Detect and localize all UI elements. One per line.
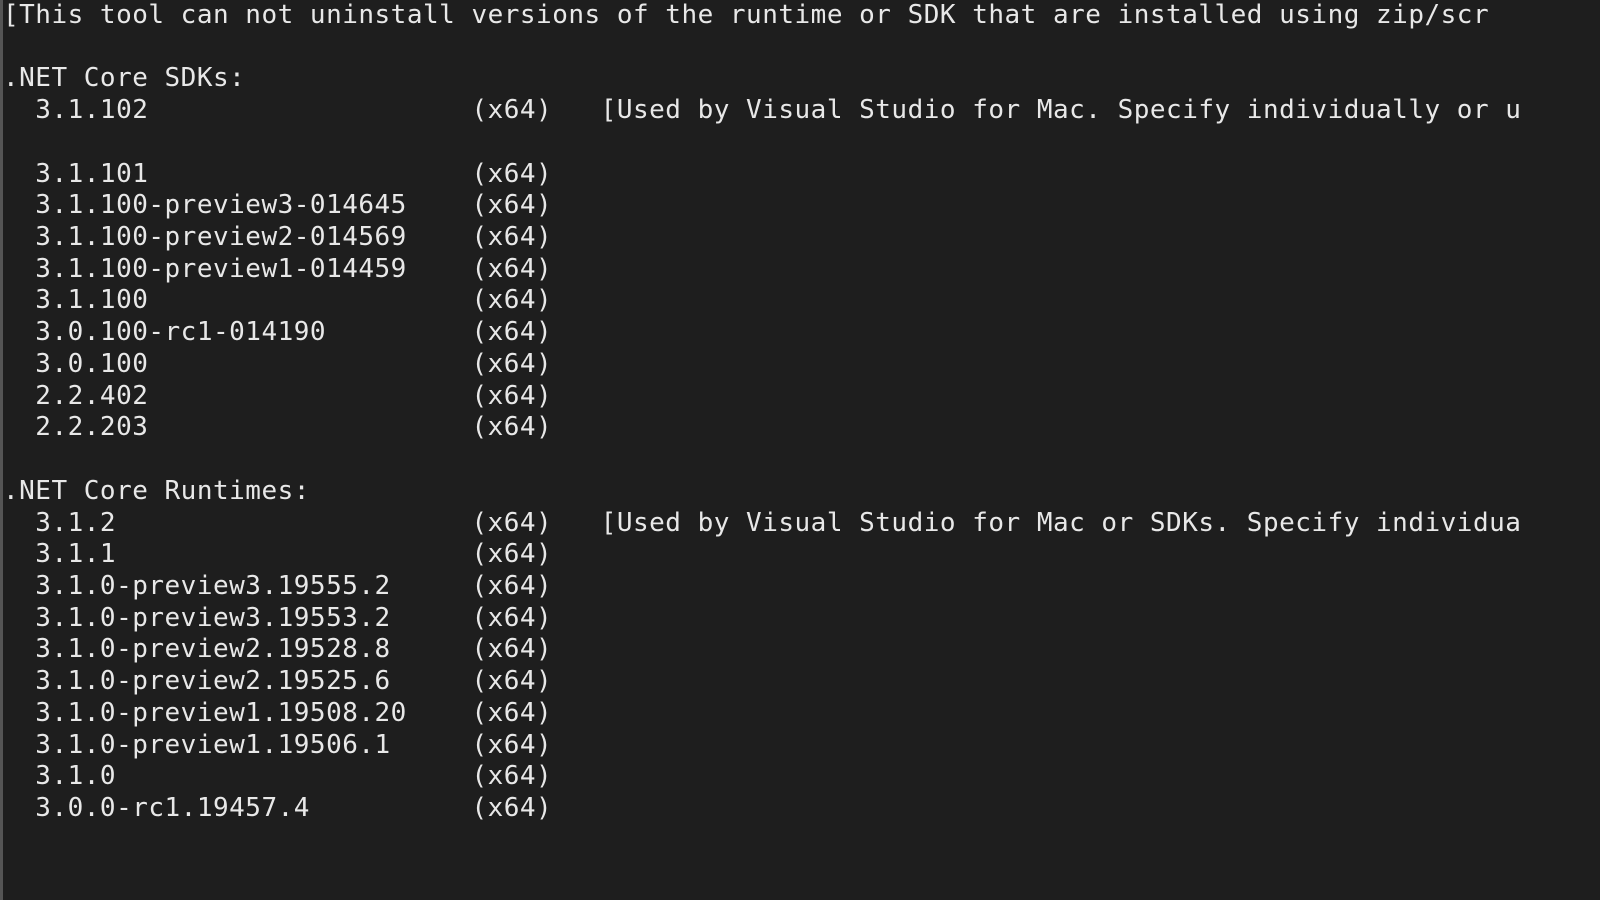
runtime-item: 3.1.0-preview2.19528.8 (x64) xyxy=(3,634,1600,666)
runtimes-section-title: .NET Core Runtimes: xyxy=(3,476,1600,508)
sdk-item: 3.1.100 (x64) xyxy=(3,285,1600,317)
sdk-item: 2.2.402 (x64) xyxy=(3,381,1600,413)
sdks-section-title: .NET Core SDKs: xyxy=(3,63,1600,95)
runtime-item: 3.1.0-preview1.19508.20 (x64) xyxy=(3,698,1600,730)
runtime-item: 3.1.0-preview3.19555.2 (x64) xyxy=(3,571,1600,603)
sdk-item: 3.1.100-preview2-014569 (x64) xyxy=(3,222,1600,254)
runtime-item: 3.0.0-rc1.19457.4 (x64) xyxy=(3,793,1600,825)
sdk-item: 3.1.100-preview1-014459 (x64) xyxy=(3,254,1600,286)
sdk-item: 3.1.102 (x64) [Used by Visual Studio for… xyxy=(3,95,1600,127)
runtime-item: 3.1.0-preview3.19553.2 (x64) xyxy=(3,603,1600,635)
blank-line xyxy=(3,444,1600,476)
terminal-output: [This tool can not uninstall versions of… xyxy=(3,0,1600,825)
runtime-item: 3.1.0 (x64) xyxy=(3,761,1600,793)
sdk-item: 3.0.100 (x64) xyxy=(3,349,1600,381)
runtime-item: 3.1.0-preview1.19506.1 (x64) xyxy=(3,730,1600,762)
sdk-item: 3.0.100-rc1-014190 (x64) xyxy=(3,317,1600,349)
sdk-item: 3.1.100-preview3-014645 (x64) xyxy=(3,190,1600,222)
blank-line xyxy=(3,127,1600,159)
runtime-item: 3.1.0-preview2.19525.6 (x64) xyxy=(3,666,1600,698)
blank-line xyxy=(3,32,1600,64)
runtime-item: 3.1.1 (x64) xyxy=(3,539,1600,571)
sdk-item: 2.2.203 (x64) xyxy=(3,412,1600,444)
runtime-item: 3.1.2 (x64) [Used by Visual Studio for M… xyxy=(3,508,1600,540)
tool-warning-note: [This tool can not uninstall versions of… xyxy=(3,0,1600,32)
sdk-item: 3.1.101 (x64) xyxy=(3,159,1600,191)
